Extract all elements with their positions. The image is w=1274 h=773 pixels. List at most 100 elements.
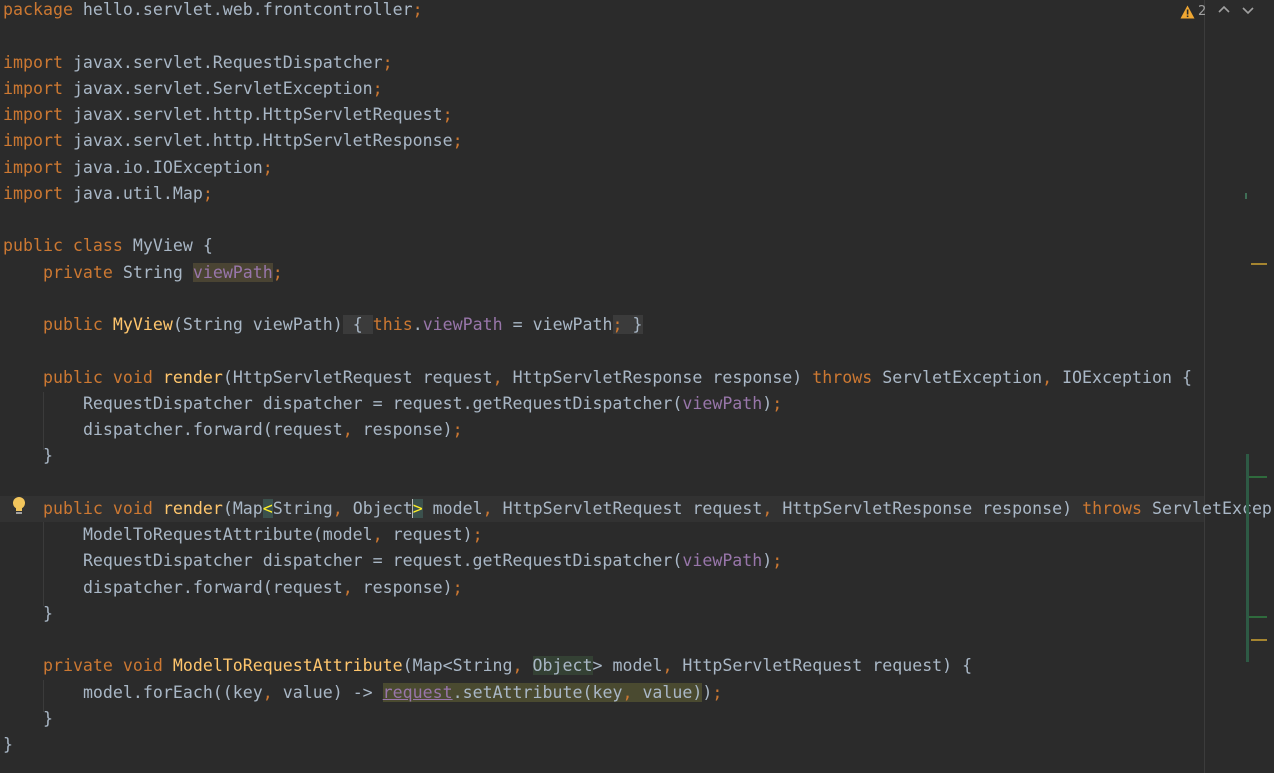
class-declaration[interactable]: public class MyView { <box>3 233 213 259</box>
change-marker[interactable] <box>1249 616 1267 618</box>
chevron-up-icon[interactable] <box>1218 4 1230 19</box>
code-line[interactable]: model.forEach((key, value) -> request.se… <box>3 680 722 706</box>
semicolon: ; <box>202 184 213 203</box>
parameters: HttpServletRequest request <box>492 499 763 518</box>
method-name: render <box>162 499 223 518</box>
parameters: (String viewPath) <box>172 315 343 334</box>
statement: dispatcher.forward(request <box>82 420 343 439</box>
assignment: = viewPath <box>502 315 613 334</box>
import-line[interactable]: import java.io.IOException; <box>3 155 273 181</box>
import-line[interactable]: import java.util.Map; <box>3 181 213 207</box>
field-name: viewPath <box>422 315 503 334</box>
comma: , <box>332 499 343 518</box>
method-name: ModelToRequestAttribute <box>172 656 403 675</box>
code-line[interactable]: package hello.servlet.web.frontcontrolle… <box>3 0 423 23</box>
semicolon: ; <box>452 420 463 439</box>
import-line[interactable]: import javax.servlet.http.HttpServletReq… <box>3 102 453 128</box>
method-signature[interactable]: public void render(Map<String, Object> m… <box>3 496 1272 522</box>
code-line[interactable]: dispatcher.forward(request, response); <box>3 575 463 601</box>
scrollbar-thumb[interactable] <box>1246 454 1249 662</box>
code-line[interactable]: dispatcher.forward(request, response); <box>3 417 463 443</box>
warning-triangle-icon[interactable] <box>1180 5 1195 19</box>
comma: , <box>492 368 503 387</box>
comma: , <box>482 499 493 518</box>
code-line[interactable]: RequestDispatcher dispatcher = request.g… <box>3 548 782 574</box>
comma: , <box>372 525 383 544</box>
statement: RequestDispatcher dispatcher = request.g… <box>82 394 683 413</box>
type-name: String <box>272 499 333 518</box>
import-line[interactable]: import javax.servlet.RequestDispatcher; <box>3 50 393 76</box>
folded-brace[interactable]: } <box>633 315 643 334</box>
import-line[interactable]: import javax.servlet.ServletException; <box>3 76 383 102</box>
parameters: (Map <box>222 499 263 518</box>
semicolon: ; <box>412 0 423 19</box>
parameters: (Map<String <box>402 656 513 675</box>
keyword: throws <box>812 368 873 387</box>
import-line[interactable]: import javax.servlet.http.HttpServletRes… <box>3 128 463 154</box>
code-line[interactable]: } <box>3 601 53 627</box>
code-line[interactable]: ModelToRequestAttribute(model, request); <box>3 522 483 548</box>
comma: , <box>762 499 773 518</box>
semicolon: ; <box>372 79 383 98</box>
semicolon: ; <box>382 53 393 72</box>
statement: model.forEach((key <box>82 683 263 702</box>
statement: ) <box>762 394 773 413</box>
code-line[interactable]: } <box>3 443 53 469</box>
keyword: package <box>3 0 73 19</box>
code-line[interactable]: RequestDispatcher dispatcher = request.g… <box>3 391 782 417</box>
constructor-line[interactable]: public MyView(String viewPath) { this.vi… <box>3 312 643 338</box>
code-editor[interactable]: package hello.servlet.web.frontcontrolle… <box>0 0 1274 773</box>
error-stripe[interactable] <box>1244 0 1274 773</box>
comma: , <box>1042 368 1053 387</box>
method-name: render <box>162 368 223 387</box>
parameters: HttpServletResponse response) <box>772 499 1083 518</box>
statement: request) <box>382 525 473 544</box>
field-name: viewPath <box>682 551 763 570</box>
statement: dispatcher.forward(request <box>82 578 343 597</box>
field-name: viewPath <box>682 394 763 413</box>
import-name: javax.servlet.RequestDispatcher <box>62 53 383 72</box>
method-signature[interactable]: public void render(HttpServletRequest re… <box>3 365 1192 391</box>
import-name: javax.servlet.http.HttpServletResponse <box>62 131 453 150</box>
field-declaration[interactable]: private String viewPath; <box>3 260 283 286</box>
statement: value) <box>632 683 703 702</box>
keyword: public void <box>42 368 153 387</box>
method-signature[interactable]: private void ModelToRequestAttribute(Map… <box>3 653 972 679</box>
class-name: MyView { <box>122 236 213 255</box>
keyword: public <box>42 315 103 334</box>
keyword: throws <box>1082 499 1143 518</box>
keyword: this <box>372 315 413 334</box>
keyword: import <box>3 105 63 124</box>
keyword: import <box>3 79 63 98</box>
comma: , <box>342 578 353 597</box>
change-marker[interactable] <box>1245 193 1247 199</box>
import-name: javax.servlet.ServletException <box>62 79 373 98</box>
comma: , <box>262 683 273 702</box>
parameters: HttpServletResponse response) <box>502 368 813 387</box>
statement: .setAttribute(key <box>452 683 623 702</box>
comma: , <box>342 420 353 439</box>
warning-count[interactable]: 2 <box>1198 4 1206 19</box>
comma: , <box>622 683 633 702</box>
keyword: import <box>3 53 63 72</box>
warning-marker[interactable] <box>1251 639 1267 641</box>
change-marker[interactable] <box>1249 476 1267 478</box>
keyword: import <box>3 184 63 203</box>
exception-name: ServletException <box>872 368 1043 387</box>
closing-brace: } <box>42 446 53 465</box>
code-line[interactable]: } <box>3 732 13 758</box>
matched-bracket: < <box>262 499 273 518</box>
folded-brace[interactable]: { <box>353 315 363 334</box>
semicolon: ; <box>452 131 463 150</box>
package-name: hello.servlet.web.frontcontroller <box>72 0 413 19</box>
import-name: java.util.Map <box>62 184 203 203</box>
statement: value) -> <box>272 683 383 702</box>
type-name: String <box>112 263 193 282</box>
parameters: HttpServletRequest request) { <box>672 656 973 675</box>
warning-marker[interactable] <box>1251 263 1267 265</box>
keyword: import <box>3 158 63 177</box>
code-line[interactable]: } <box>3 706 53 732</box>
parameters: model <box>422 499 483 518</box>
type-name: Object <box>342 499 413 518</box>
